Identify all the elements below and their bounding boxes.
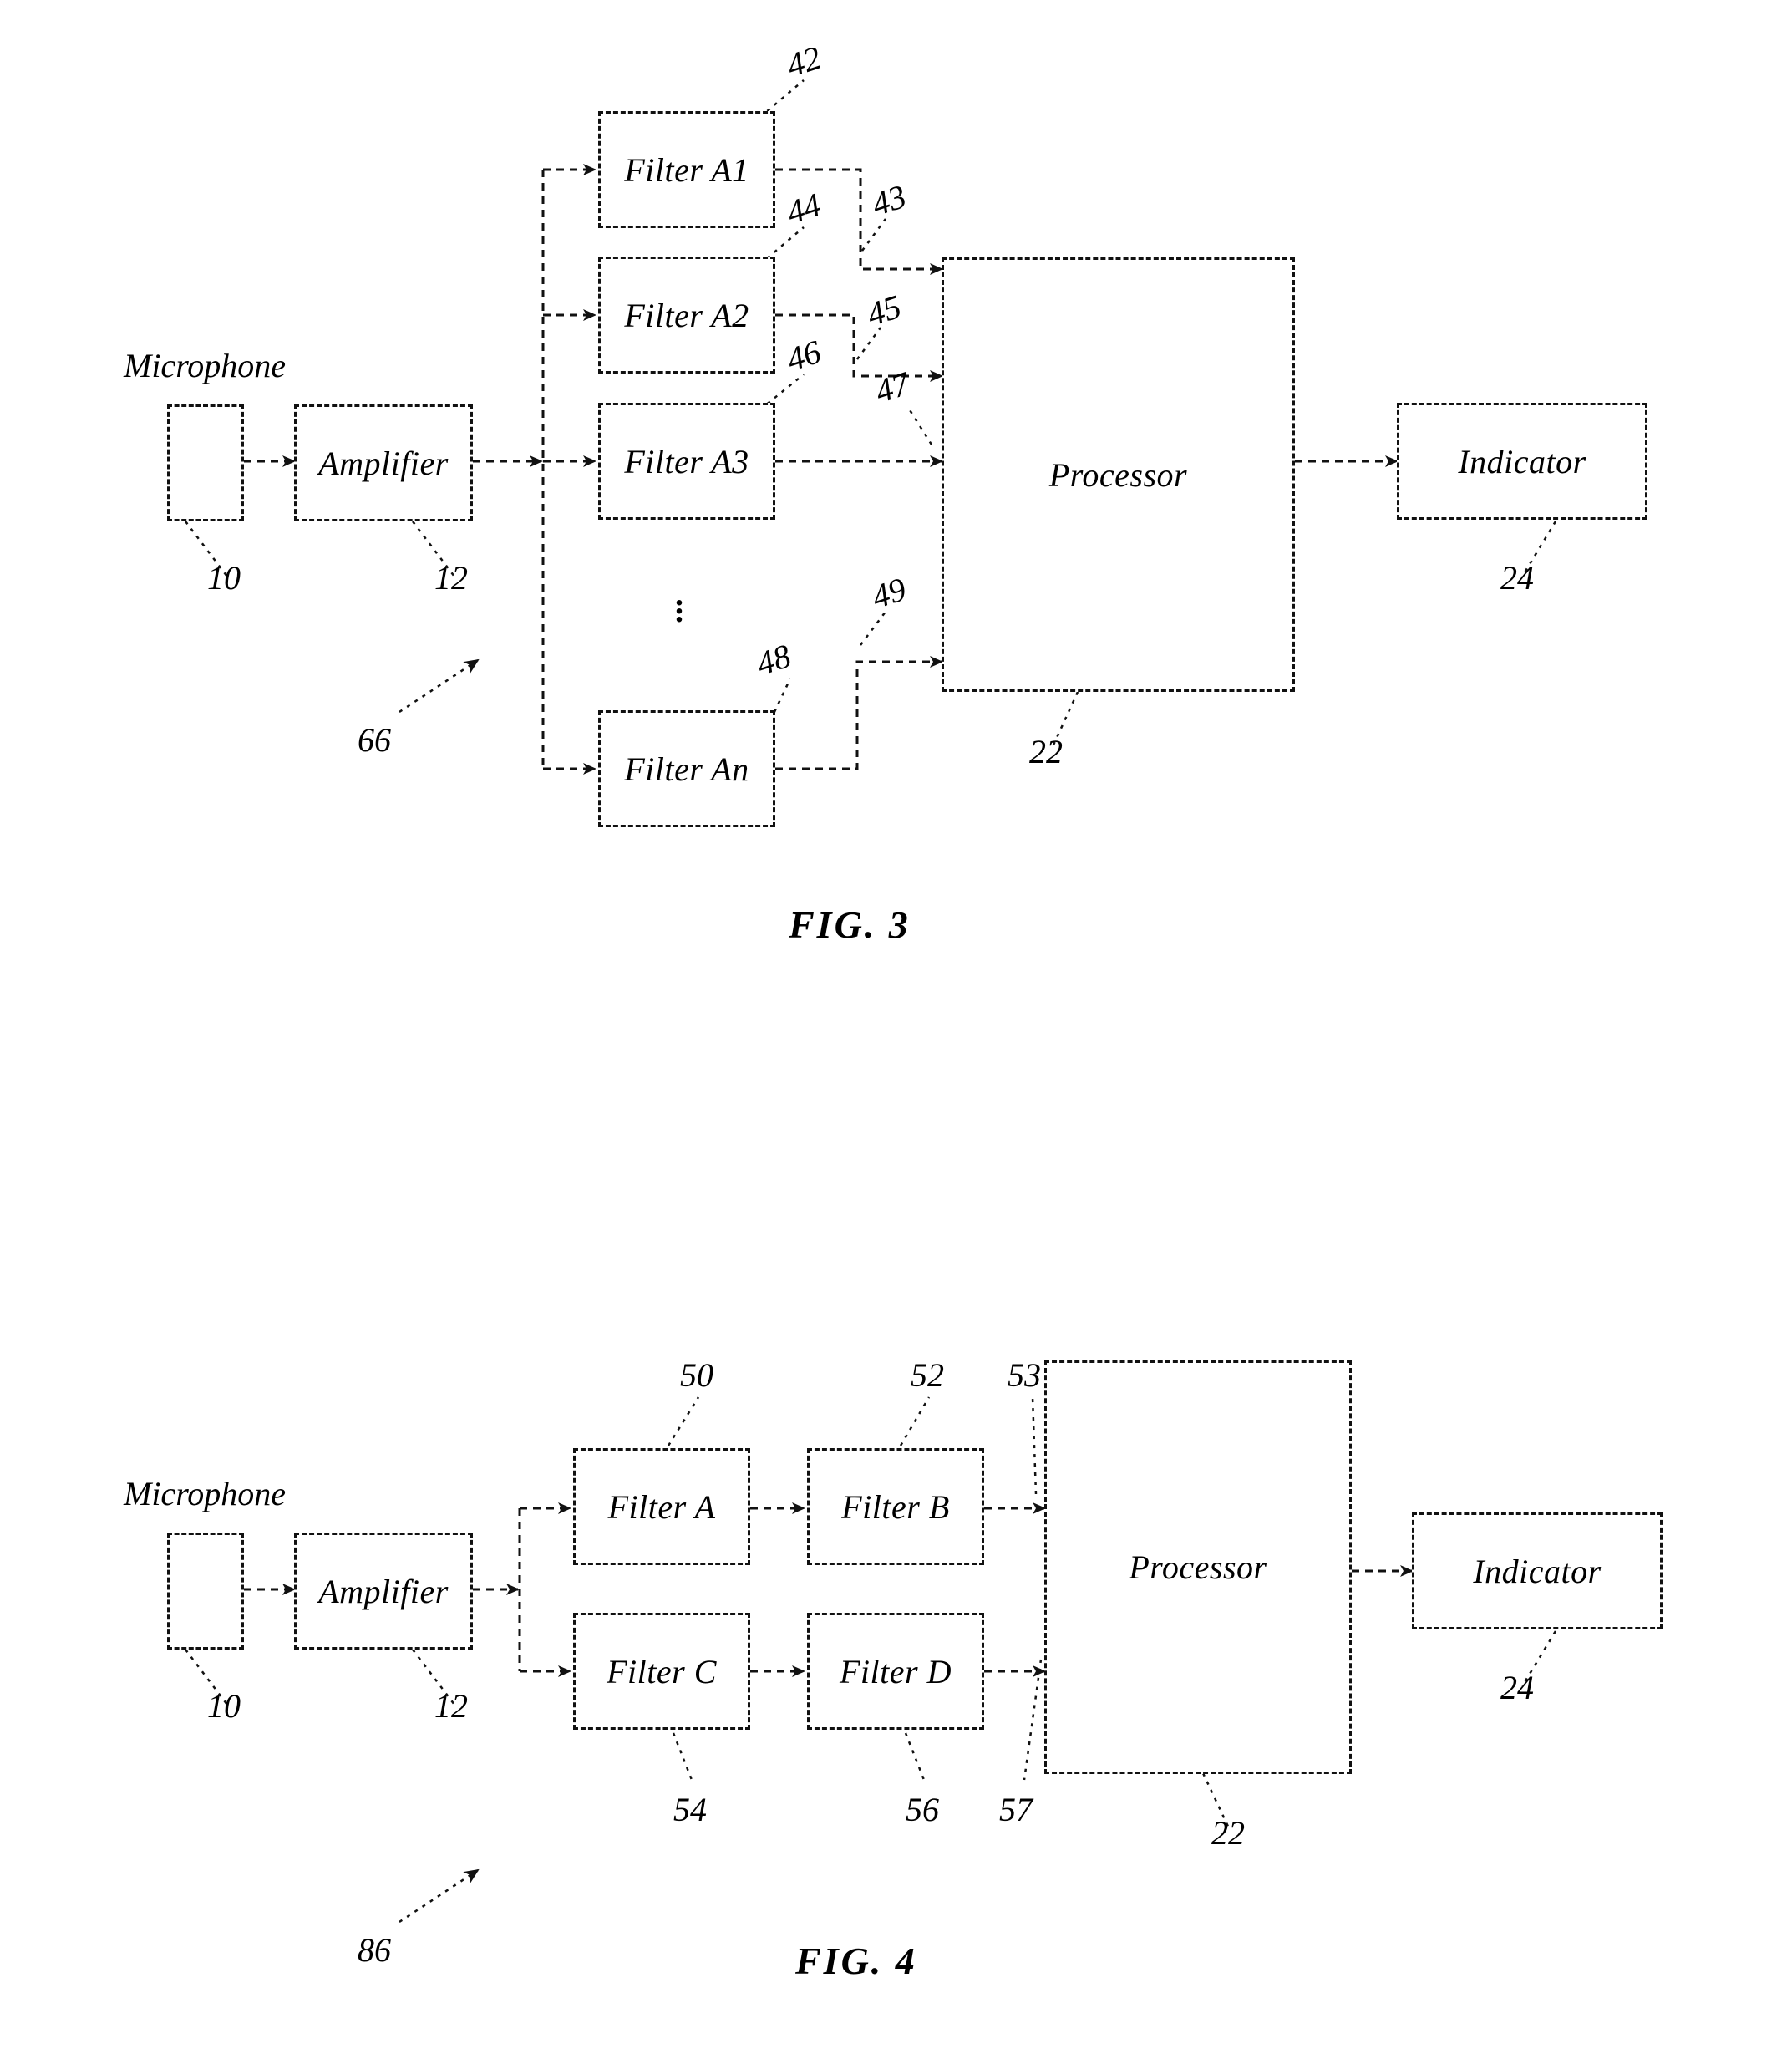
block-indicator-fig4: Indicator xyxy=(1412,1512,1663,1629)
ref-44: 44 xyxy=(782,185,825,232)
patent-drawing-sheet: Microphone 10 Amplifier 12 Filter A1 42 … xyxy=(0,0,1792,2069)
filter-a2-label: Filter A2 xyxy=(624,296,749,334)
ref-54: 54 xyxy=(673,1791,707,1828)
block-filter-a: Filter A xyxy=(573,1448,750,1565)
filter-c-label: Filter C xyxy=(607,1652,717,1690)
ref-43: 43 xyxy=(867,176,911,224)
block-filter-a1: Filter A1 xyxy=(598,111,775,228)
block-microphone-fig3 xyxy=(167,404,244,521)
ref-10-fig3: 10 xyxy=(207,559,241,597)
indicator-label-fig3: Indicator xyxy=(1458,442,1586,480)
filter-continuation-ellipsis: ... xyxy=(675,575,683,629)
block-filter-a2: Filter A2 xyxy=(598,257,775,374)
ref-48: 48 xyxy=(752,636,795,684)
microphone-label-fig4: Microphone xyxy=(124,1475,287,1512)
block-processor-fig3: Processor xyxy=(942,257,1295,692)
filter-d-label: Filter D xyxy=(840,1652,952,1690)
ref-24-fig3: 24 xyxy=(1500,559,1534,597)
ref-22-fig3: 22 xyxy=(1029,733,1063,770)
ref-45: 45 xyxy=(862,287,906,334)
ref-47: 47 xyxy=(871,363,914,411)
ref-10-fig4: 10 xyxy=(207,1687,241,1725)
block-amplifier-fig4: Amplifier xyxy=(294,1533,473,1650)
amplifier-label-fig4: Amplifier xyxy=(318,1572,449,1610)
filter-a1-label: Filter A1 xyxy=(624,150,749,189)
figure-caption-fig3: FIG. 3 xyxy=(789,903,911,946)
ref-56: 56 xyxy=(906,1791,939,1828)
processor-label-fig3: Processor xyxy=(1048,455,1188,494)
figure-caption-fig4: FIG. 4 xyxy=(795,1939,917,1982)
block-filter-c: Filter C xyxy=(573,1613,750,1730)
amplifier-label-fig3: Amplifier xyxy=(318,444,449,482)
ref-52: 52 xyxy=(911,1356,944,1394)
block-processor-fig4: Processor xyxy=(1044,1360,1352,1774)
block-filter-b: Filter B xyxy=(807,1448,984,1565)
block-indicator-fig3: Indicator xyxy=(1397,403,1647,520)
block-amplifier-fig3: Amplifier xyxy=(294,404,473,521)
ref-49: 49 xyxy=(867,569,911,617)
block-filter-an: Filter An xyxy=(598,710,775,827)
microphone-label-fig3: Microphone xyxy=(124,347,287,384)
filter-a-label: Filter A xyxy=(607,1487,716,1526)
ref-12-fig4: 12 xyxy=(434,1687,468,1725)
indicator-label-fig4: Indicator xyxy=(1473,1552,1602,1590)
ref-46: 46 xyxy=(782,332,825,379)
ref-24-fig4: 24 xyxy=(1500,1669,1534,1706)
ref-42: 42 xyxy=(782,38,825,85)
ref-22-fig4: 22 xyxy=(1211,1814,1245,1852)
ref-12-fig3: 12 xyxy=(434,559,468,597)
ref-53: 53 xyxy=(1008,1356,1041,1394)
filter-an-label: Filter An xyxy=(624,750,749,788)
block-filter-d: Filter D xyxy=(807,1613,984,1730)
block-filter-a3: Filter A3 xyxy=(598,403,775,520)
processor-label-fig4: Processor xyxy=(1129,1548,1267,1586)
ref-50: 50 xyxy=(680,1356,713,1394)
filter-a3-label: Filter A3 xyxy=(624,442,749,480)
filter-b-label: Filter B xyxy=(841,1487,950,1526)
ref-66-system: 66 xyxy=(358,721,391,759)
block-microphone-fig4 xyxy=(167,1533,244,1650)
ref-57: 57 xyxy=(999,1791,1033,1828)
ref-86-system: 86 xyxy=(358,1931,391,1969)
